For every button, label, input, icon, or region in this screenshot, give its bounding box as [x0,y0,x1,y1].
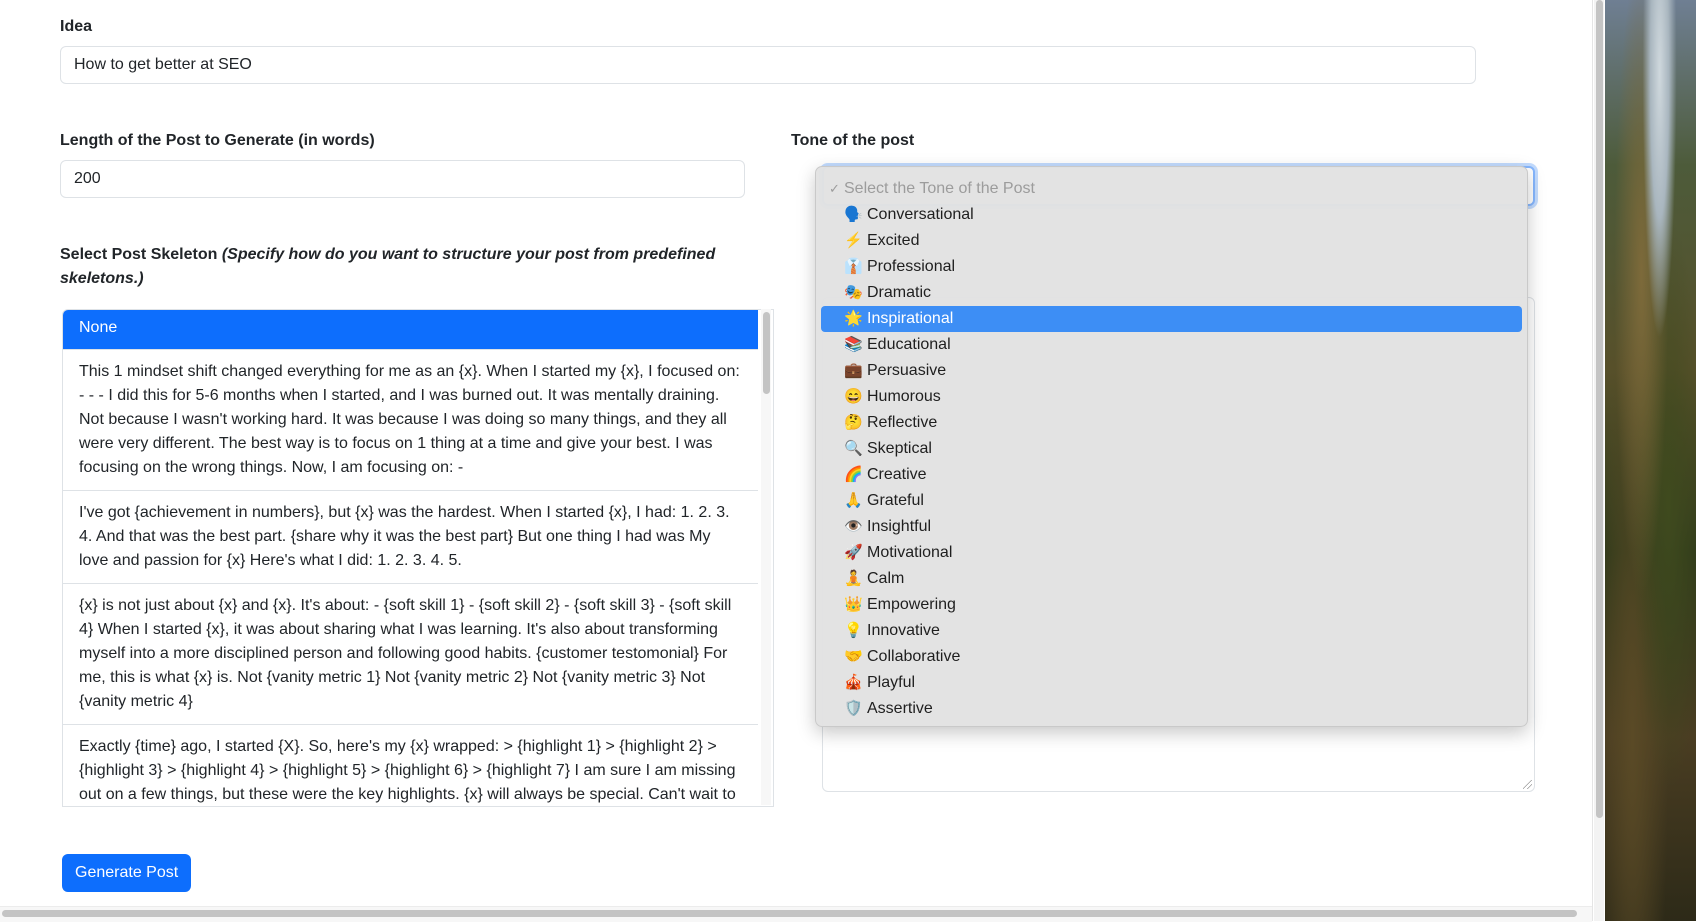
tone-option-inspirational[interactable]: 🌟 Inspirational [821,306,1522,332]
creative-emoji-icon: 🌈 [844,466,863,483]
skeleton-item[interactable]: I've got {achievement in numbers}, but {… [63,491,758,584]
tone-option-calm[interactable]: 🧘 Calm [821,566,1522,592]
tone-option-label: Grateful [867,492,924,509]
form-page: Idea How to get better at SEO Length of … [0,0,1593,921]
skeleton-list[interactable]: None This 1 mindset shift changed everyt… [62,309,774,807]
tone-option-label: Creative [867,466,927,483]
tone-option-excited[interactable]: ⚡ Excited [821,228,1522,254]
resize-handle-icon[interactable] [1523,780,1532,789]
innovative-emoji-icon: 💡 [844,622,863,639]
tone-option-motivational[interactable]: 🚀 Motivational [821,540,1522,566]
tone-option-label: Conversational [867,206,974,223]
tone-dropdown-menu[interactable]: ✓ Select the Tone of the Post 🗣️ Conversat… [815,166,1528,727]
skeptical-emoji-icon: 🔍 [844,440,863,457]
tone-option-placeholder: ✓ Select the Tone of the Post [821,176,1522,202]
tone-option-label: Calm [867,570,905,587]
empowering-emoji-icon: 👑 [844,596,863,613]
page-horizontal-scrollbar[interactable] [0,906,1592,922]
tone-option-dramatic[interactable]: 🎭 Dramatic [821,280,1522,306]
tone-label: Tone of the post [791,132,915,149]
tone-option-label: Playful [867,674,916,691]
idea-input[interactable]: How to get better at SEO [60,46,1476,84]
tone-option-label: Educational [867,336,951,353]
tone-option-label: Skeptical [867,440,932,457]
tone-option-label: Innovative [867,622,940,639]
tone-option-humorous[interactable]: 😄 Humorous [821,384,1522,410]
tone-option-conversational[interactable]: 🗣️ Conversational [821,202,1522,228]
playful-emoji-icon: 🎪 [844,674,863,691]
checkmark-icon: ✓ [829,181,840,196]
tone-option-playful[interactable]: 🎪 Playful [821,670,1522,696]
length-label: Length of the Post to Generate (in words… [60,132,375,149]
tone-option-skeptical[interactable]: 🔍 Skeptical [821,436,1522,462]
tone-option-label: Insightful [867,518,932,535]
excited-emoji-icon: ⚡ [844,232,863,249]
tone-option-label: Professional [867,258,956,275]
tone-option-label: Inspirational [867,310,954,327]
humorous-emoji-icon: 😄 [844,388,863,405]
insightful-emoji-icon: 👁️ [844,518,863,535]
length-input[interactable]: 200 [60,160,745,198]
skeleton-item[interactable]: Exactly {time} ago, I started {X}. So, h… [63,725,758,806]
tone-option-label: Persuasive [867,362,947,379]
generate-post-button[interactable]: Generate Post [62,854,192,892]
educational-emoji-icon: 📚 [844,336,863,353]
tone-option-label: Excited [867,232,920,249]
tone-option-label: Motivational [867,544,953,561]
idea-label: Idea [60,18,93,35]
skeleton-scrollbar-thumb[interactable] [763,312,770,394]
tone-option-label: Dramatic [867,284,932,301]
tone-option-label: Assertive [867,700,933,717]
professional-emoji-icon: 👔 [844,258,863,275]
page-vertical-scrollbar-thumb[interactable] [1596,0,1603,818]
skeleton-scrollbar[interactable] [761,309,771,805]
reflective-emoji-icon: 🤔 [844,414,863,431]
tone-option-innovative[interactable]: 💡 Innovative [821,618,1522,644]
tone-option-professional[interactable]: 👔 Professional [821,254,1522,280]
assertive-emoji-icon: 🛡️ [844,700,863,717]
tone-option-label: Reflective [867,414,938,431]
tone-option-creative[interactable]: 🌈 Creative [821,462,1522,488]
inspirational-emoji-icon: 🌟 [844,310,863,327]
tone-option-label: Humorous [867,388,941,405]
grateful-emoji-icon: 🙏 [844,492,863,509]
skeleton-label: Select Post Skeleton (Specify how do you… [60,243,760,291]
persuasive-emoji-icon: 💼 [844,362,863,379]
tone-option-persuasive[interactable]: 💼 Persuasive [821,358,1522,384]
tone-option-empowering[interactable]: 👑 Empowering [821,592,1522,618]
collaborative-emoji-icon: 🤝 [844,648,863,665]
tone-option-assertive[interactable]: 🛡️ Assertive [821,696,1522,722]
dramatic-emoji-icon: 🎭 [844,284,863,301]
tone-option-educational[interactable]: 📚 Educational [821,332,1522,358]
page-horizontal-scrollbar-thumb[interactable] [2,910,1577,917]
skeleton-item[interactable]: This 1 mindset shift changed everything … [63,350,758,491]
page-vertical-scrollbar[interactable] [1594,0,1604,921]
calm-emoji-icon: 🧘 [844,570,863,587]
tone-option-grateful[interactable]: 🙏 Grateful [821,488,1522,514]
tone-option-reflective[interactable]: 🤔 Reflective [821,410,1522,436]
tone-option-insightful[interactable]: 👁️ Insightful [821,514,1522,540]
motivational-emoji-icon: 🚀 [844,544,863,561]
desktop-background-image [1605,0,1696,921]
tone-placeholder-text: Select the Tone of the Post [844,180,1035,197]
skeleton-item[interactable]: {x} is not just about {x} and {x}. It's … [63,584,758,725]
conversational-emoji-icon: 🗣️ [844,206,863,223]
tone-option-label: Empowering [867,596,956,613]
skeleton-label-title: Select Post Skeleton [60,246,218,263]
tone-option-label: Collaborative [867,648,961,665]
tone-option-collaborative[interactable]: 🤝 Collaborative [821,644,1522,670]
skeleton-item-none[interactable]: None [63,310,758,350]
